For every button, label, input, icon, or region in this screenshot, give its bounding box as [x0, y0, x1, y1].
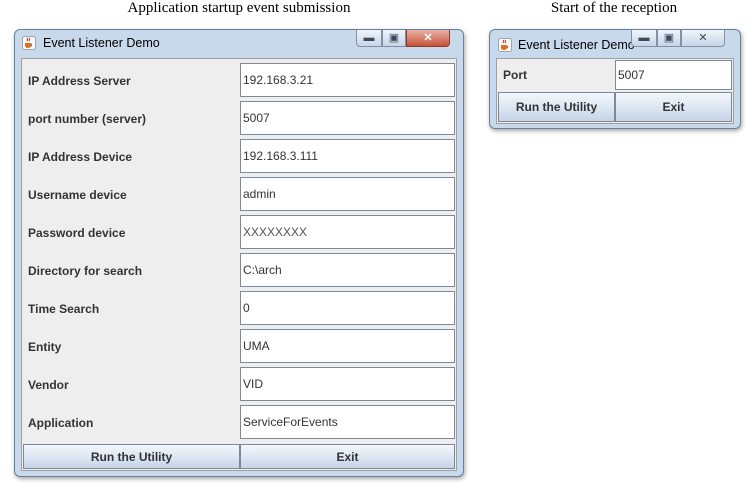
form-row: Entity — [22, 328, 456, 366]
form-row: Application — [22, 404, 456, 442]
field-label: Application — [28, 416, 94, 430]
vendor-input[interactable] — [240, 367, 455, 401]
small-client-area: Port Run the Utility Exit — [496, 58, 734, 124]
main-window-title: Event Listener Demo — [43, 36, 160, 50]
port-server-input[interactable] — [240, 101, 455, 135]
small-titlebar[interactable]: Event Listener Demo ▬ ▣ ✕ — [490, 30, 740, 56]
field-label: port number (server) — [28, 112, 147, 126]
application-input[interactable] — [240, 405, 455, 439]
small-window-title: Event Listener Demo — [518, 38, 635, 52]
minimize-button[interactable]: ▬ — [631, 30, 657, 47]
entity-input[interactable] — [240, 329, 455, 363]
close-icon: ✕ — [698, 31, 708, 44]
field-label: Username device — [28, 188, 127, 202]
caption-left: Application startup event submission — [127, 0, 351, 16]
minimize-icon: ▬ — [363, 31, 375, 44]
field-label: Entity — [28, 340, 62, 354]
directory-input[interactable] — [240, 253, 455, 287]
time-search-input[interactable] — [240, 291, 455, 325]
form-row: Vendor — [22, 366, 456, 404]
java-cup-icon — [22, 36, 36, 50]
form-row: IP Address Server — [22, 62, 456, 100]
main-client-area: IP Address Server port number (server) I… — [21, 58, 457, 471]
close-button[interactable]: ✕ — [406, 30, 450, 47]
maximize-icon: ▣ — [388, 31, 400, 44]
run-utility-button[interactable]: Run the Utility — [23, 444, 240, 469]
exit-button[interactable]: Exit — [240, 444, 455, 469]
ip-device-input[interactable] — [240, 139, 455, 173]
username-input[interactable] — [240, 177, 455, 211]
field-label: IP Address Server — [28, 74, 131, 88]
field-label: Directory for search — [28, 264, 143, 278]
run-utility-button[interactable]: Run the Utility — [498, 92, 615, 122]
maximize-button[interactable]: ▣ — [382, 30, 406, 47]
close-button[interactable]: ✕ — [681, 30, 725, 47]
small-window-controls: ▬ ▣ ✕ — [631, 30, 725, 48]
form-row: Username device — [22, 176, 456, 214]
port-input[interactable] — [615, 60, 732, 90]
main-window-controls: ▬ ▣ ✕ — [356, 30, 450, 48]
main-titlebar[interactable]: Event Listener Demo ▬ ▣ ✕ — [15, 30, 463, 56]
field-label: Password device — [28, 226, 126, 240]
close-icon: ✕ — [423, 31, 433, 44]
form-row: Port — [497, 59, 733, 91]
small-window: Event Listener Demo ▬ ▣ ✕ Port Run the U… — [489, 29, 741, 129]
field-label: IP Address Device — [28, 150, 133, 164]
field-label: Time Search — [28, 302, 100, 316]
minimize-button[interactable]: ▬ — [356, 30, 382, 47]
ip-server-input[interactable] — [240, 63, 455, 97]
caption-right: Start of the reception — [550, 0, 678, 16]
form-row: Directory for search — [22, 252, 456, 290]
password-input[interactable] — [240, 215, 455, 249]
minimize-icon: ▬ — [638, 31, 650, 44]
main-window: Event Listener Demo ▬ ▣ ✕ IP Address Ser… — [14, 29, 464, 477]
maximize-button[interactable]: ▣ — [657, 30, 681, 47]
form-row: IP Address Device — [22, 138, 456, 176]
form-row: Time Search — [22, 290, 456, 328]
java-cup-icon — [498, 38, 512, 52]
field-label: Vendor — [28, 378, 69, 392]
form-row: port number (server) — [22, 100, 456, 138]
form-row: Password device — [22, 214, 456, 252]
maximize-icon: ▣ — [663, 31, 675, 44]
exit-button[interactable]: Exit — [615, 92, 732, 122]
port-label: Port — [503, 68, 527, 82]
